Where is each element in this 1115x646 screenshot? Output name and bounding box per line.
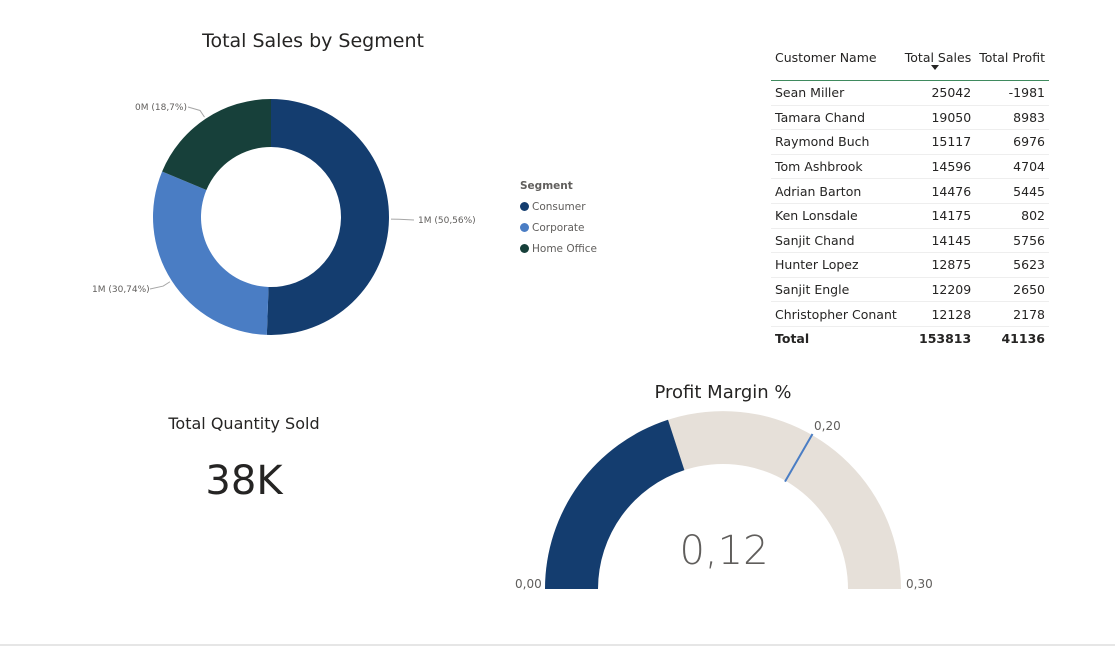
gauge-min-label: 0,00 bbox=[515, 577, 542, 591]
gauge-target-label: 0,20 bbox=[814, 419, 841, 433]
gauge-max-label: 0,30 bbox=[906, 577, 933, 591]
gauge-value: 0,12 bbox=[679, 528, 769, 574]
profit-margin-gauge[interactable] bbox=[0, 0, 1115, 646]
